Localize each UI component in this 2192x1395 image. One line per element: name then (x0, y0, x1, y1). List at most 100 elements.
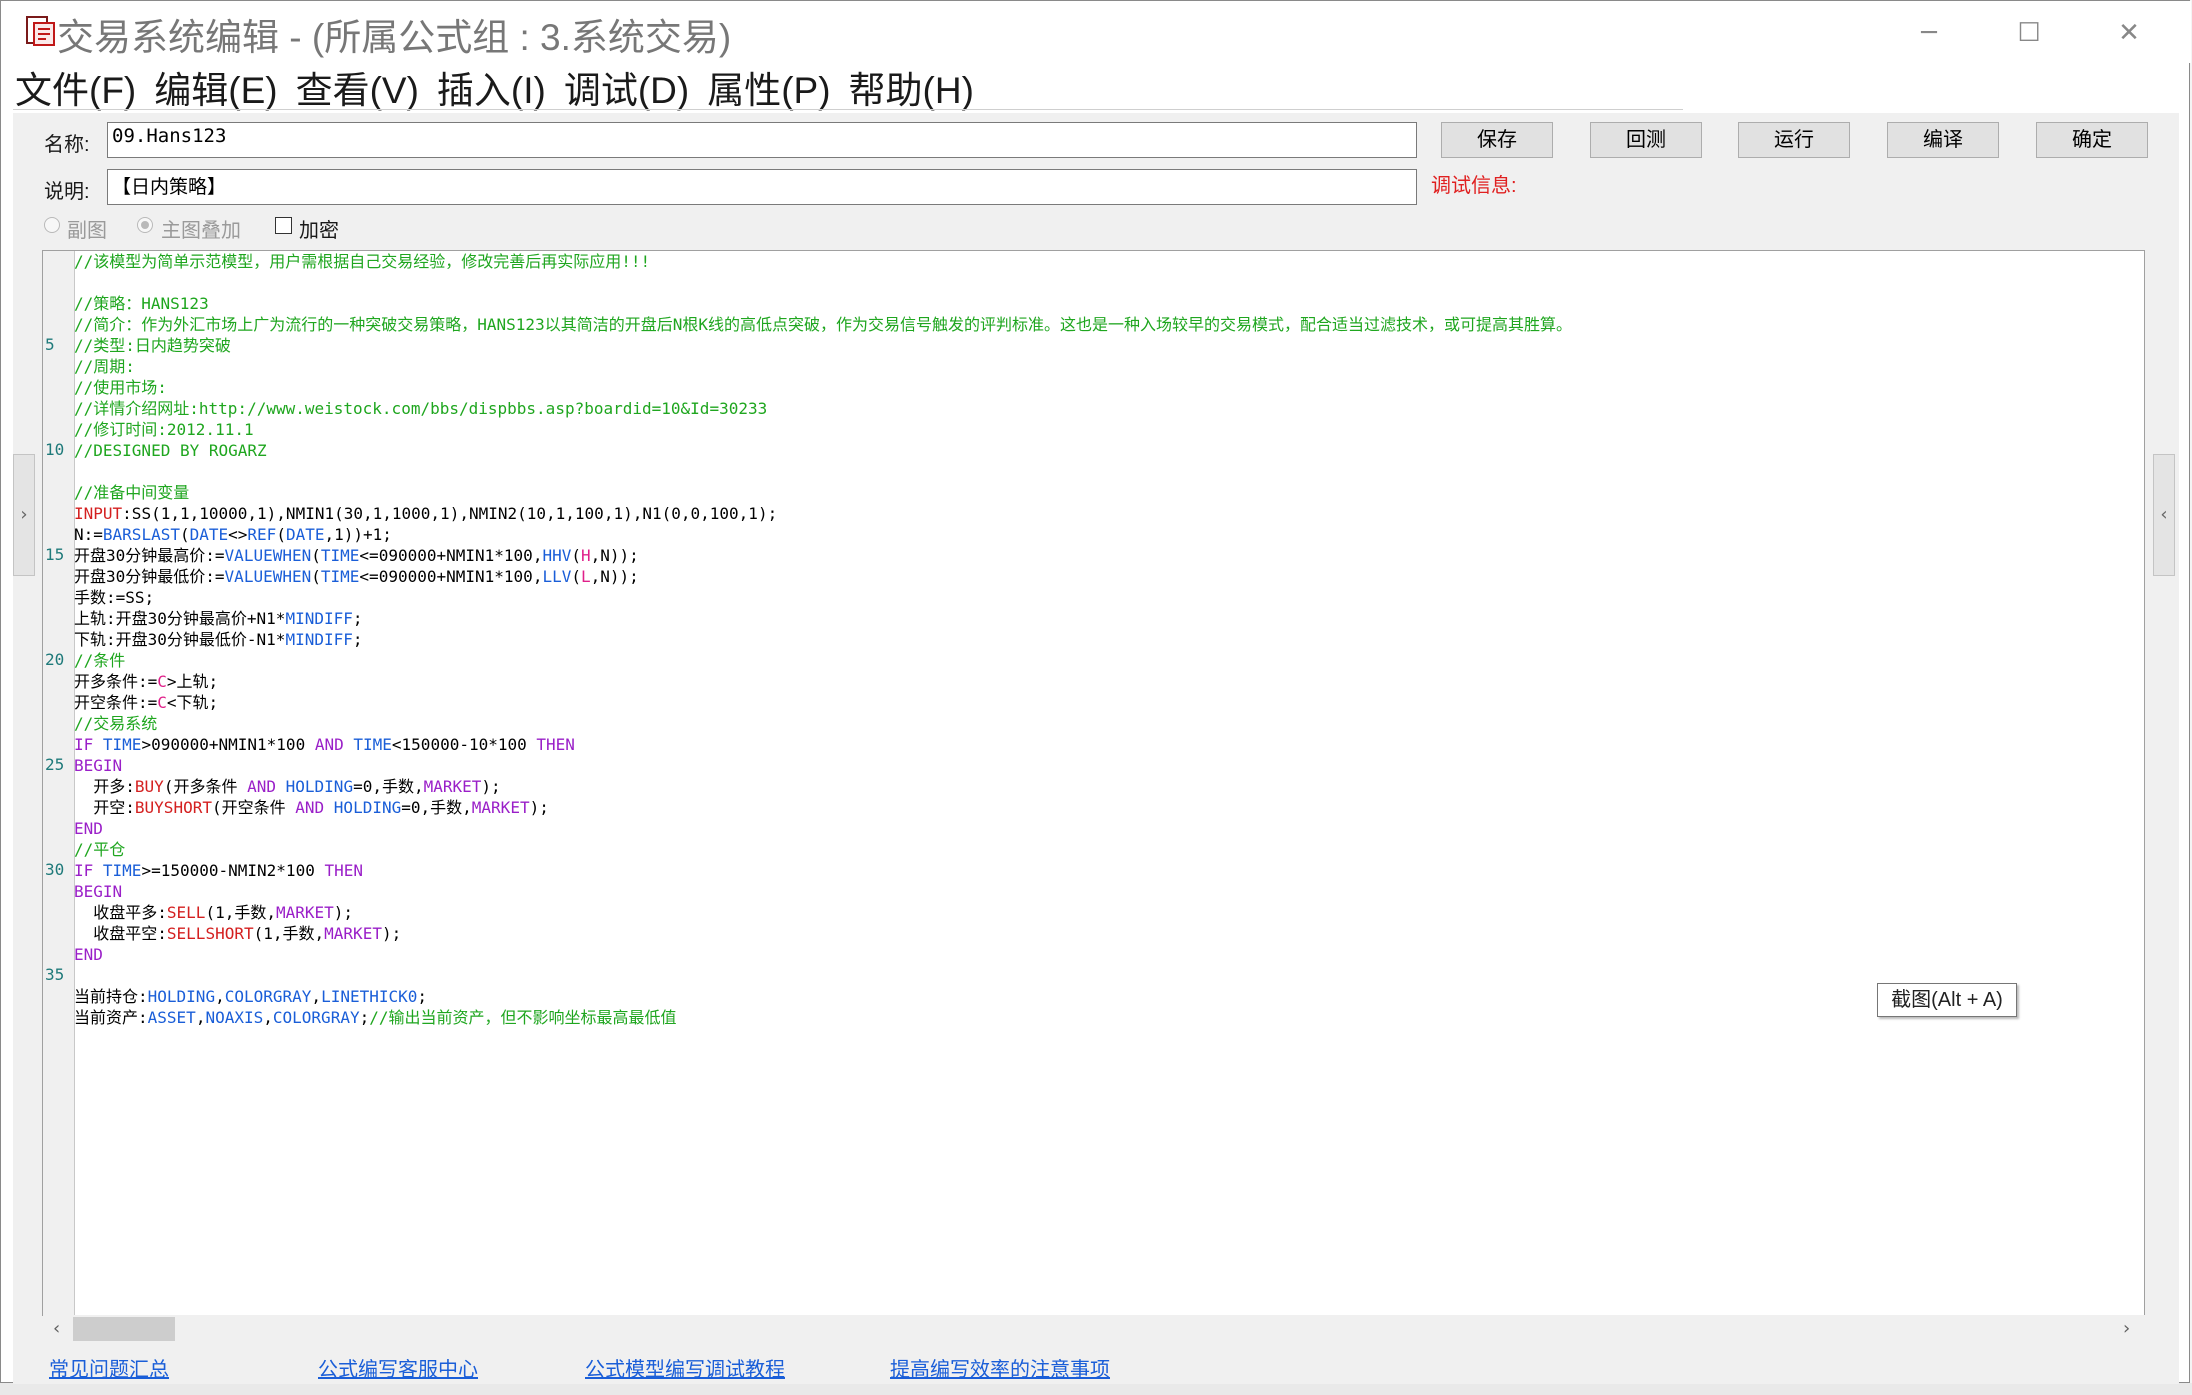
link-efficiency-tips[interactable]: 提高编写效率的注意事项 (890, 1353, 1110, 1382)
subplot-label: 副图 (67, 220, 107, 242)
code-token: //准备中间变量 (74, 483, 190, 502)
link-faq[interactable]: 常见问题汇总 (49, 1353, 169, 1382)
menu-help[interactable]: 帮助(H) (849, 60, 974, 114)
save-button[interactable]: 保存 (1441, 122, 1553, 158)
scroll-left-icon[interactable]: ‹ (53, 1315, 60, 1343)
code-token: //详情介绍网址:http://www.weistock.com/bbs/dis… (74, 399, 768, 418)
line-number: 5 (45, 335, 55, 354)
code-line: //详情介绍网址:http://www.weistock.com/bbs/dis… (74, 398, 767, 419)
code-token: AND (295, 798, 325, 817)
code-token: HOLDING (285, 777, 354, 796)
code-token: 开多: (74, 777, 135, 796)
code-line: //准备中间变量 (74, 482, 189, 503)
code-token: 当前持仓: (74, 987, 148, 1006)
ok-button[interactable]: 确定 (2036, 122, 2148, 158)
link-debug-tutorial[interactable]: 公式模型编写调试教程 (585, 1353, 785, 1382)
code-token: ,1))+1; (324, 525, 392, 544)
menu-insert[interactable]: 插入(I) (437, 60, 546, 114)
code-line: //简介：作为外汇市场上广为流行的一种突破交易策略，HANS123以其简洁的开盘… (74, 314, 1572, 335)
link-support-center[interactable]: 公式编写客服中心 (318, 1353, 478, 1382)
code-token: ); (381, 924, 402, 943)
name-label: 名称: (44, 134, 90, 156)
code-token: 收盘平空: (74, 924, 167, 943)
code-token: ); (481, 777, 501, 796)
horizontal-scrollbar[interactable]: ‹ › (43, 1315, 2145, 1343)
description-input[interactable]: 【日内策略】 (107, 169, 1417, 205)
code-token: TIME (353, 735, 392, 754)
subplot-radio[interactable] (44, 217, 60, 233)
code-token: REF (247, 525, 277, 544)
menu-edit[interactable]: 编辑(E) (154, 60, 277, 114)
menu-divider (13, 109, 1683, 110)
main-overlay-radio[interactable] (137, 217, 153, 233)
code-token: ( (179, 525, 190, 544)
line-number: 30 (45, 860, 65, 879)
code-token: MINDIFF (285, 609, 353, 628)
code-token: H (581, 546, 591, 565)
code-line: IF TIME>090000+NMIN1*100 AND TIME<150000… (74, 734, 575, 755)
code-token: >=150000-NMIN2*100 (141, 861, 325, 880)
code-token: N:= (74, 525, 103, 544)
code-token: //该模型为简单示范模型，用户需根据自己交易经验，修改完善后再实际应用!!! (74, 252, 651, 271)
code-token: (1,手数, (253, 924, 325, 943)
backtest-button[interactable]: 回测 (1590, 122, 1702, 158)
minimize-icon[interactable]: ─ (1909, 15, 1949, 51)
code-token: //DESIGNED BY ROGARZ (74, 441, 267, 460)
code-token: VALUEWHEN (224, 567, 312, 586)
menu-properties[interactable]: 属性(P) (707, 60, 830, 114)
code-token: IF (74, 735, 94, 754)
maximize-icon[interactable]: ☐ (2009, 15, 2049, 51)
code-token: END (74, 945, 103, 964)
menu-file[interactable]: 文件(F) (15, 60, 136, 114)
code-line: N:=BARSLAST(DATE<>REF(DATE,1))+1; (74, 524, 392, 545)
close-icon[interactable]: ✕ (2109, 15, 2149, 51)
code-token: , (263, 1008, 273, 1027)
run-button[interactable]: 运行 (1738, 122, 1850, 158)
code-token: AND (247, 777, 276, 796)
code-token: 当前资产: (74, 1008, 148, 1027)
code-token: COLORGRAY (272, 1008, 360, 1027)
code-token: 上轨:开盘30分钟最高价+N1* (74, 609, 286, 628)
code-token: ; (359, 1008, 370, 1027)
scrollbar-thumb[interactable] (73, 1317, 175, 1341)
code-token: VALUEWHEN (224, 546, 312, 565)
code-line: 手数:=SS; (74, 587, 154, 608)
code-editor[interactable]: 5 10 15 20 25 30 35 //该模型为简单示范模型，用户需根据自己… (42, 250, 2145, 1316)
code-token: ( (311, 546, 321, 565)
code-token: 开盘30分钟最低价:= (74, 567, 225, 586)
code-token: <150000-10*100 (391, 735, 537, 754)
code-line: IF TIME>=150000-NMIN2*100 THEN (74, 860, 363, 881)
encrypt-checkbox[interactable] (275, 217, 292, 234)
code-token: //简介：作为外汇市场上广为流行的一种突破交易策略，HANS123以其简洁的开盘… (74, 315, 1572, 334)
scroll-right-icon[interactable]: › (2123, 1315, 2130, 1343)
code-line: 开空:BUYSHORT(开空条件 AND HOLDING=0,手数,MARKET… (74, 797, 549, 818)
compile-button[interactable]: 编译 (1887, 122, 1999, 158)
left-panel-toggle[interactable]: › (13, 454, 35, 576)
code-line: 开空条件:=C<下轨; (74, 692, 218, 713)
code-token: 开盘30分钟最高价:= (74, 546, 225, 565)
main-overlay-label: 主图叠加 (161, 220, 241, 242)
menu-debug[interactable]: 调试(D) (564, 60, 689, 114)
code-token: HOLDING (147, 987, 216, 1006)
name-input[interactable]: 09.Hans123 (107, 122, 1417, 158)
code-token: BUY (134, 777, 164, 796)
line-number-gutter: 5 10 15 20 25 30 35 (43, 251, 75, 1315)
code-token: //周期: (74, 357, 135, 376)
code-token: BUYSHORT (134, 798, 212, 817)
code-token: :SS(1,1,10000,1),NMIN1(30,1,1000,1),NMIN… (122, 504, 778, 523)
code-token: LLV (542, 567, 572, 586)
code-token: HHV (542, 546, 572, 565)
code-token: MARKET (471, 798, 530, 817)
code-token: (1,手数, (205, 903, 276, 922)
menu-view[interactable]: 查看(V) (296, 60, 419, 114)
code-token: BEGIN (74, 756, 123, 775)
code-token: ( (571, 567, 581, 586)
right-panel-toggle[interactable]: ‹ (2153, 454, 2175, 576)
code-token: TIME (102, 861, 142, 880)
code-line: //修订时间:2012.11.1 (74, 419, 254, 440)
code-line: 当前资产:ASSET,NOAXIS,COLORGRAY;//输出当前资产，但不影… (74, 1007, 677, 1028)
encrypt-label: 加密 (299, 220, 339, 242)
code-token: , (311, 987, 322, 1006)
